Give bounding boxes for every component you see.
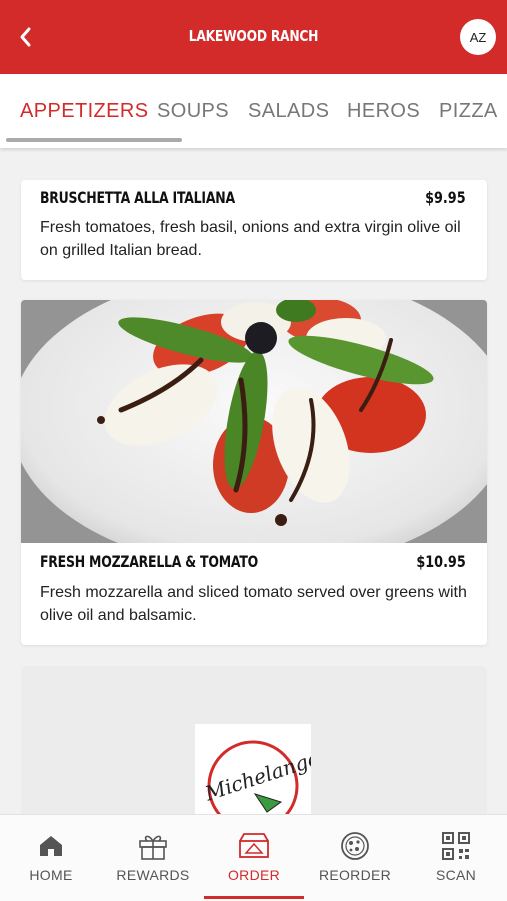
gift-icon	[139, 835, 167, 860]
nav-reorder[interactable]: REORDER	[305, 815, 405, 901]
tab-indicator	[6, 138, 182, 142]
category-tabs: APPETIZERS SOUPS SALADS HEROS PIZZA	[0, 74, 507, 148]
tab-salads[interactable]: SALADS	[248, 100, 329, 123]
tab-pizza[interactable]: PIZZA	[439, 100, 498, 123]
chevron-left-icon[interactable]	[14, 25, 38, 49]
item-name: FRESH MOZZARELLA & TOMATO	[40, 552, 259, 571]
item-price: $9.95	[425, 188, 466, 207]
menu-item-card[interactable]: BRUSCHETTA ALLA ITALIANA $9.95 Fresh tom…	[21, 180, 487, 280]
nav-order[interactable]: ORDER	[204, 815, 304, 901]
tab-heros[interactable]: HEROS	[347, 100, 420, 123]
pizza-icon	[341, 832, 369, 860]
nav-label: SCAN	[435, 867, 477, 883]
nav-label: REORDER	[318, 867, 392, 883]
logo-image: Michelangelo	[201, 740, 311, 814]
tab-soups[interactable]: SOUPS	[157, 100, 229, 123]
nav-label: REWARDS	[116, 867, 190, 883]
qr-code-icon	[442, 832, 470, 860]
item-description: Fresh mozzarella and sliced tomato serve…	[40, 584, 467, 624]
tab-appetizers[interactable]: APPETIZERS	[20, 100, 148, 123]
item-description: Fresh tomatoes, fresh basil, onions and …	[40, 219, 461, 259]
item-price: $10.95	[416, 552, 466, 571]
nav-label: ORDER	[227, 867, 281, 883]
restaurant-logo: Michelangelo	[195, 724, 311, 814]
avatar[interactable]: AZ	[460, 19, 496, 55]
item-name: BRUSCHETTA ALLA ITALIANA	[40, 188, 235, 207]
home-icon	[40, 836, 62, 856]
nav-rewards[interactable]: REWARDS	[103, 815, 203, 901]
nav-active-indicator	[204, 896, 304, 899]
pizza-box-icon	[239, 833, 269, 858]
nav-home[interactable]: HOME	[1, 815, 101, 901]
menu-item-card[interactable]: FRESH MOZZARELLA & TOMATO $10.95 Fresh m…	[21, 300, 487, 645]
nav-label: HOME	[29, 867, 73, 883]
food-photo	[21, 300, 487, 543]
bottom-navigation: HOME REWARDS ORDER REORDER SCAN	[0, 814, 507, 901]
page-title: LAKEWOOD RANCH	[188, 27, 319, 45]
nav-scan[interactable]: SCAN	[406, 815, 506, 901]
app-header: LAKEWOOD RANCH AZ	[0, 0, 507, 74]
